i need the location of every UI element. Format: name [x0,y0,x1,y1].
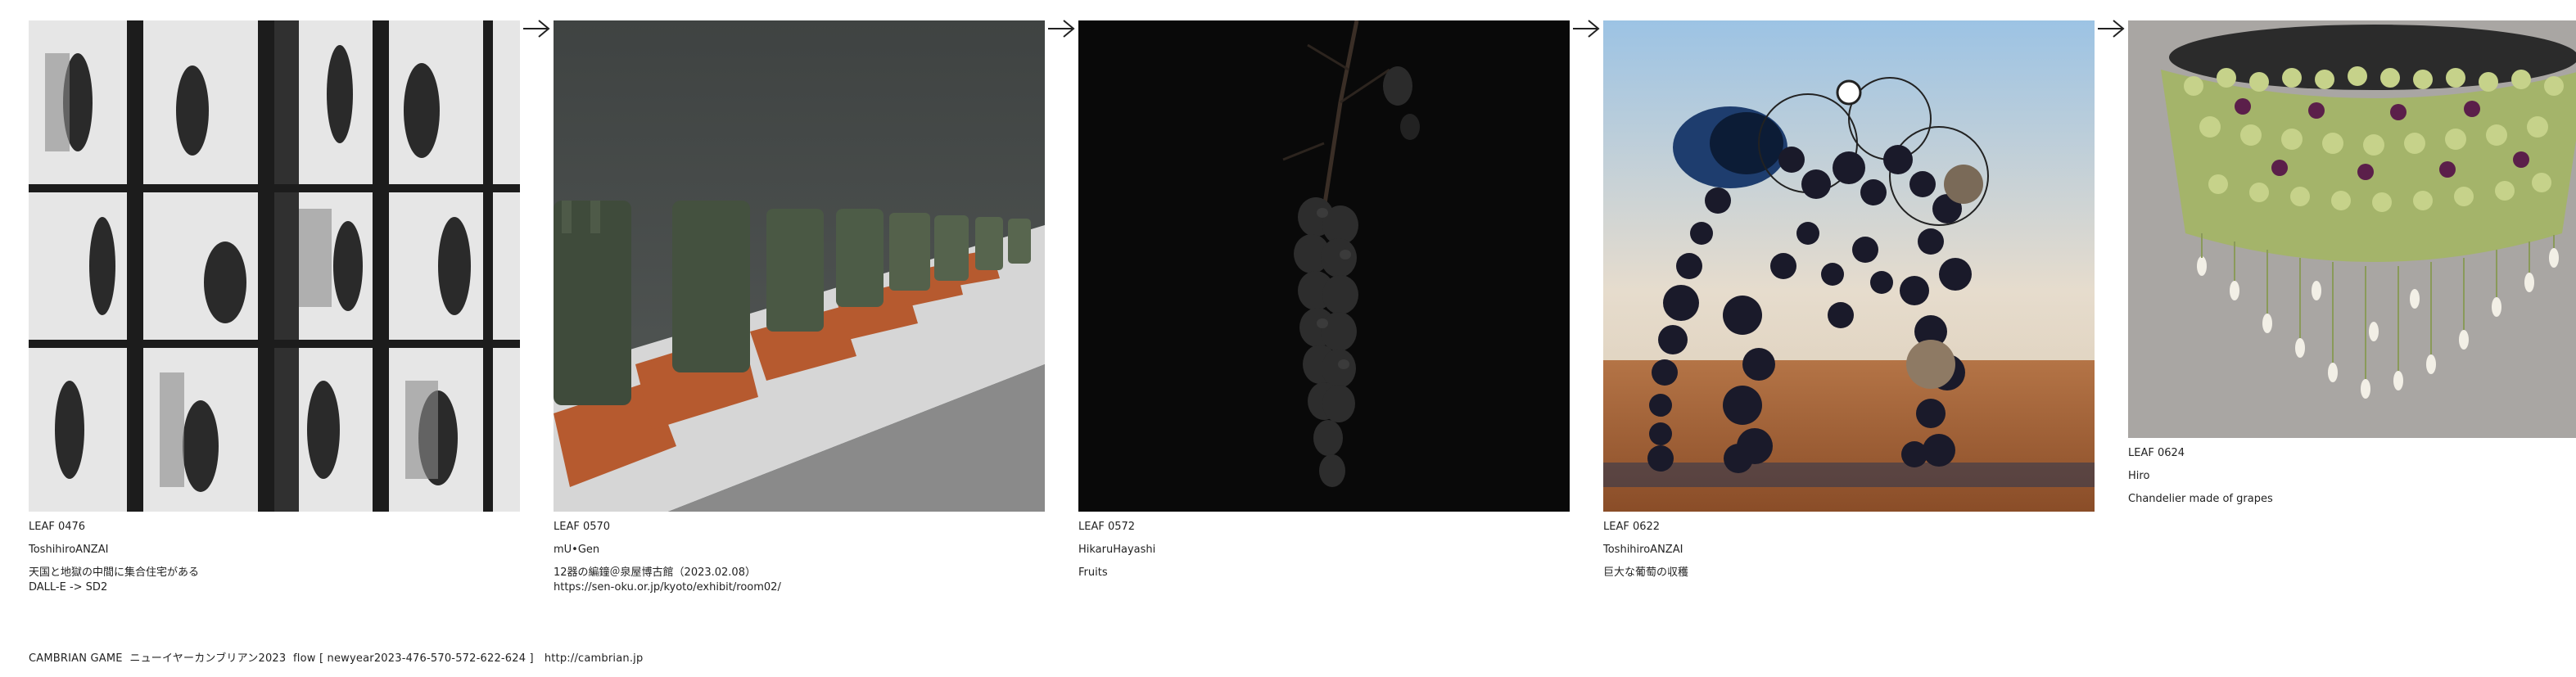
leaf-description: 天国と地獄の中間に集合住宅がある DALL-E -> SD2 [29,566,200,594]
leaf-id: LEAF 0622 [1603,521,1661,533]
leaf-card-0476: LEAF 0476 ToshihiroANZAI 天国と地獄の中間に集合住宅があ… [29,20,520,595]
leaf-description: 12器の編鐘＠泉屋博古館（2023.02.08） https://sen-oku… [554,566,781,594]
leaf-id: LEAF 0624 [2128,447,2185,459]
leaf-author[interactable]: Hiro [2128,469,2576,484]
leaf-id: LEAF 0572 [1078,521,1136,533]
leaf-id: LEAF 0570 [554,521,611,533]
arrow-right-icon [523,20,550,38]
leaf-image-0624[interactable] [2128,20,2576,438]
leaf-image-0622[interactable] [1603,20,2095,512]
leaf-author[interactable]: HikaruHayashi [1078,543,1570,557]
leaf-image-0476[interactable] [29,20,520,512]
arrow-right-icon [2098,20,2125,38]
arrow-right-icon [1048,20,1075,38]
leaf-author[interactable]: ToshihiroANZAI [29,543,520,557]
leaf-image-0570[interactable] [554,20,1045,512]
leaf-description: 巨大な葡萄の収穫 [1603,566,1689,579]
leaf-id: LEAF 0476 [29,521,86,533]
leaf-card-0572: LEAF 0572 HikaruHayashi Fruits [1078,20,1570,580]
leaf-image-0572[interactable] [1078,20,1570,512]
leaf-card-0624: LEAF 0624 Hiro Chandelier made of grapes [2128,20,2576,507]
leaf-card-0622: LEAF 0622 ToshihiroANZAI 巨大な葡萄の収穫 [1603,20,2095,580]
leaf-author[interactable]: ToshihiroANZAI [1603,543,2095,557]
leaf-card-0570: LEAF 0570 mU•Gen 12器の編鐘＠泉屋博古館（2023.02.08… [554,20,1045,595]
arrow-right-icon [1573,20,1600,38]
footer-flow-info[interactable]: CAMBRIAN GAME ニューイヤーカンブリアン2023 flow [ ne… [29,649,643,665]
leaf-description: Chandelier made of grapes [2128,493,2273,505]
leaf-author[interactable]: mU•Gen [554,543,1045,557]
leaf-description: Fruits [1078,566,1108,579]
